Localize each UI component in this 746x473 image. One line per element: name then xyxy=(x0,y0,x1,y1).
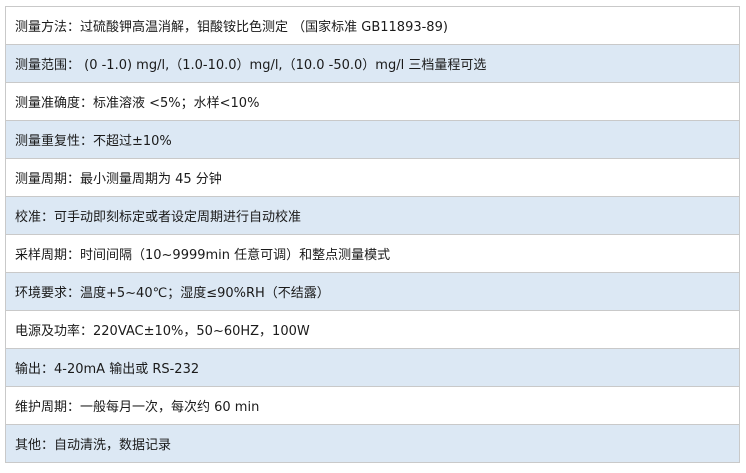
spec-row-environment: 环境要求：温度+5~40℃；湿度≤90%RH（不结露） xyxy=(5,272,740,311)
spec-cell: 输出：4-20mA 输出或 RS-232 xyxy=(5,348,740,387)
spec-row-period: 测量周期：最小测量周期为 45 分钟 xyxy=(5,158,740,197)
spec-row-other: 其他：自动清洗，数据记录 xyxy=(5,424,740,463)
spec-table: 测量方法：过硫酸钾高温消解，钼酸铵比色测定 （国家标准 GB11893-89) … xyxy=(5,6,740,463)
spec-cell: 校准：可手动即刻标定或者设定周期进行自动校准 xyxy=(5,196,740,235)
spec-row-output: 输出：4-20mA 输出或 RS-232 xyxy=(5,348,740,387)
spec-row-sampling: 采样周期：时间间隔（10~9999min 任意可调）和整点测量模式 xyxy=(5,234,740,273)
spec-cell: 维护周期：一般每月一次，每次约 60 min xyxy=(5,386,740,425)
spec-row-range: 测量范围： (0 -1.0) mg/l,（1.0-10.0）mg/l,（10.0… xyxy=(5,44,740,83)
spec-row-calibration: 校准：可手动即刻标定或者设定周期进行自动校准 xyxy=(5,196,740,235)
spec-cell: 环境要求：温度+5~40℃；湿度≤90%RH（不结露） xyxy=(5,272,740,311)
spec-cell: 采样周期：时间间隔（10~9999min 任意可调）和整点测量模式 xyxy=(5,234,740,273)
spec-cell: 测量周期：最小测量周期为 45 分钟 xyxy=(5,158,740,197)
spec-cell: 测量方法：过硫酸钾高温消解，钼酸铵比色测定 （国家标准 GB11893-89) xyxy=(5,6,740,45)
spec-cell: 测量准确度：标准溶液 <5%；水样<10% xyxy=(5,82,740,121)
spec-cell: 测量重复性：不超过±10% xyxy=(5,120,740,159)
spec-row-accuracy: 测量准确度：标准溶液 <5%；水样<10% xyxy=(5,82,740,121)
spec-row-repeatability: 测量重复性：不超过±10% xyxy=(5,120,740,159)
spec-row-maintenance: 维护周期：一般每月一次，每次约 60 min xyxy=(5,386,740,425)
spec-row-power: 电源及功率：220VAC±10%，50~60HZ，100W xyxy=(5,310,740,349)
spec-cell: 其他：自动清洗，数据记录 xyxy=(5,424,740,463)
spec-cell: 测量范围： (0 -1.0) mg/l,（1.0-10.0）mg/l,（10.0… xyxy=(5,44,740,83)
spec-cell: 电源及功率：220VAC±10%，50~60HZ，100W xyxy=(5,310,740,349)
spec-row-method: 测量方法：过硫酸钾高温消解，钼酸铵比色测定 （国家标准 GB11893-89) xyxy=(5,6,740,45)
